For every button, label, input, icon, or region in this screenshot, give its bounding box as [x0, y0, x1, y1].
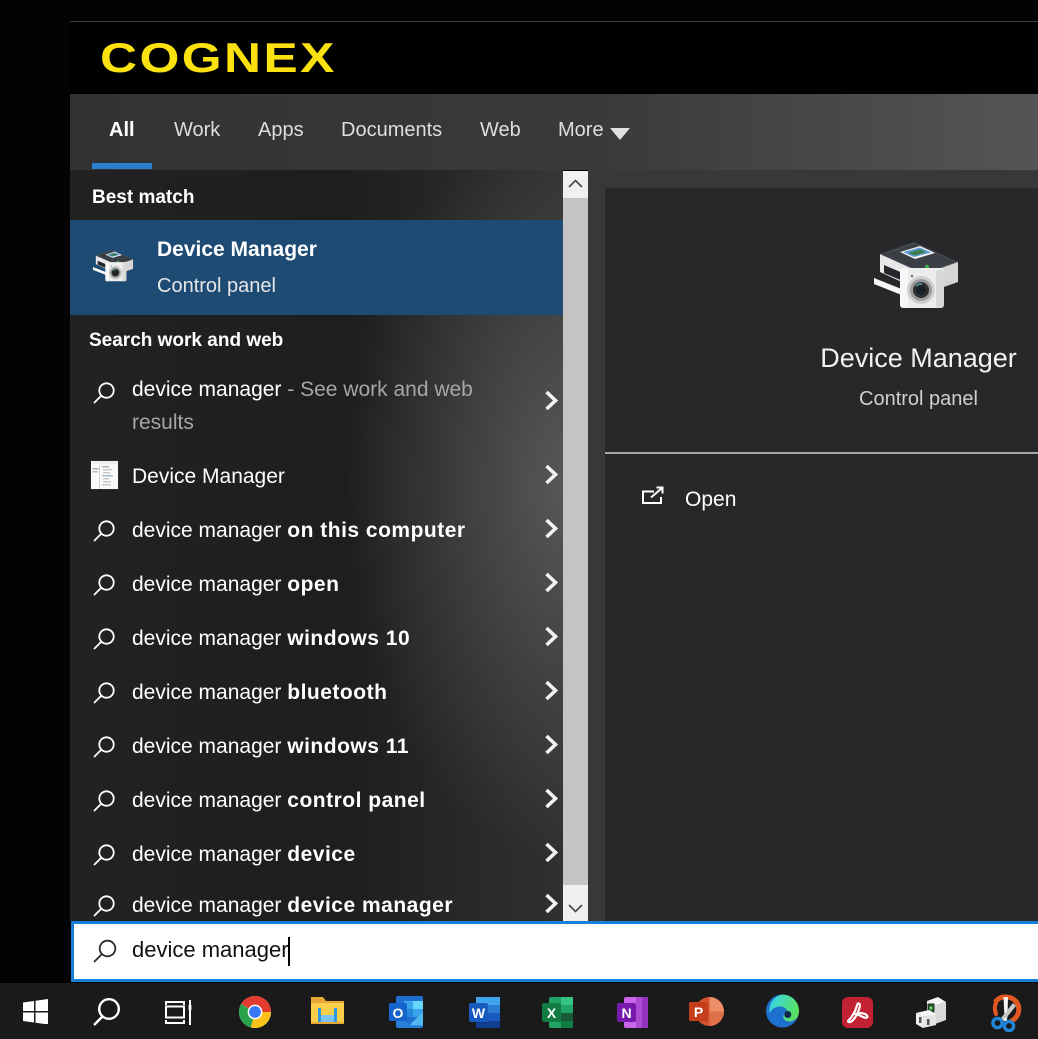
svg-text:O: O	[393, 1005, 404, 1021]
svg-text:N: N	[621, 1005, 631, 1021]
svg-text:X: X	[547, 1005, 557, 1021]
svg-text:P: P	[694, 1004, 703, 1020]
svg-text:W: W	[472, 1005, 486, 1021]
